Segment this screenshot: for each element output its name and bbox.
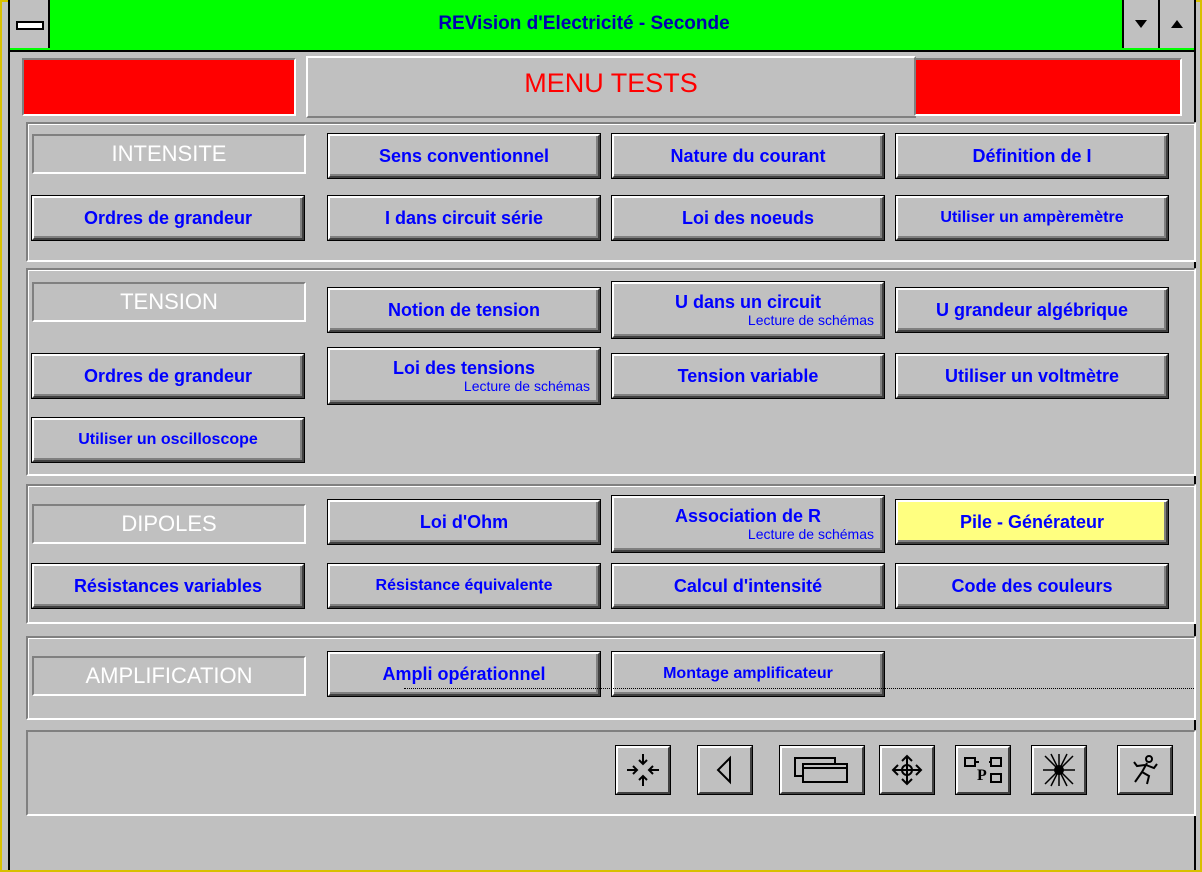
button-sublabel: Lecture de schémas bbox=[747, 312, 874, 328]
i-dans-circuit-serie-button[interactable]: I dans circuit série bbox=[327, 195, 601, 241]
running-man-icon bbox=[1133, 755, 1158, 785]
exit-button[interactable] bbox=[1117, 745, 1173, 795]
definition-de-i-button[interactable]: Définition de I bbox=[895, 133, 1169, 179]
notion-de-tension-button[interactable]: Notion de tension bbox=[327, 287, 601, 333]
association-de-r-button[interactable]: Association de R Lecture de schémas bbox=[611, 495, 885, 553]
back-triangle-icon bbox=[716, 755, 731, 785]
resistances-variables-button[interactable]: Résistances variables bbox=[31, 563, 305, 609]
move-arrows-icon bbox=[891, 754, 923, 786]
category-amplification: AMPLIFICATION bbox=[32, 656, 306, 696]
header-red-box-left bbox=[22, 58, 296, 116]
windows-button[interactable] bbox=[779, 745, 865, 795]
move-button[interactable] bbox=[879, 745, 935, 795]
page-title: MENU TESTS bbox=[306, 56, 916, 118]
utiliser-oscilloscope-button[interactable]: Utiliser un oscilloscope bbox=[31, 417, 305, 463]
starburst-icon bbox=[1043, 753, 1075, 787]
u-dans-un-circuit-button[interactable]: U dans un circuit Lecture de schémas bbox=[611, 281, 885, 339]
dotted-guide-line bbox=[404, 688, 1194, 689]
utiliser-amperemetre-button[interactable]: Utiliser un ampèremètre bbox=[895, 195, 1169, 241]
calcul-d-intensite-button[interactable]: Calcul d'intensité bbox=[611, 563, 885, 609]
u-grandeur-algebrique-button[interactable]: U grandeur algébrique bbox=[895, 287, 1169, 333]
nature-du-courant-button[interactable]: Nature du courant bbox=[611, 133, 885, 179]
system-menu-icon bbox=[16, 21, 44, 30]
montage-amplificateur-button[interactable]: Montage amplificateur bbox=[611, 651, 885, 697]
p-diagram-icon: P bbox=[964, 757, 1002, 784]
minimize-button[interactable] bbox=[1122, 0, 1158, 48]
tension-ordres-de-grandeur-button[interactable]: Ordres de grandeur bbox=[31, 353, 305, 399]
category-dipoles: DIPOLES bbox=[32, 504, 306, 544]
button-label: U dans un circuit bbox=[674, 292, 822, 312]
system-menu-button[interactable] bbox=[10, 0, 50, 48]
window-body: REVision d'Electricité - Seconde MENU TE… bbox=[8, 0, 1196, 870]
windows-stack-icon bbox=[794, 757, 848, 783]
button-sublabel: Lecture de schémas bbox=[747, 526, 874, 542]
sens-conventionnel-button[interactable]: Sens conventionnel bbox=[327, 133, 601, 179]
title-bar: REVision d'Electricité - Seconde bbox=[10, 0, 1194, 52]
header-red-box-right bbox=[914, 58, 1182, 116]
p-diagram-button[interactable]: P bbox=[955, 745, 1011, 795]
loi-d-ohm-button[interactable]: Loi d'Ohm bbox=[327, 499, 601, 545]
chevron-down-icon bbox=[1135, 20, 1147, 28]
utiliser-voltmetre-button[interactable]: Utiliser un voltmètre bbox=[895, 353, 1169, 399]
window-title: REVision d'Electricité - Seconde bbox=[438, 13, 730, 34]
button-label: Loi des tensions bbox=[392, 358, 536, 378]
code-des-couleurs-button[interactable]: Code des couleurs bbox=[895, 563, 1169, 609]
tension-variable-button[interactable]: Tension variable bbox=[611, 353, 885, 399]
loi-des-noeuds-button[interactable]: Loi des noeuds bbox=[611, 195, 885, 241]
category-intensite: INTENSITE bbox=[32, 134, 306, 174]
bottom-toolbar bbox=[26, 730, 1196, 816]
button-sublabel: Lecture de schémas bbox=[463, 378, 590, 394]
resistance-equivalente-button[interactable]: Résistance équivalente bbox=[327, 563, 601, 609]
maximize-button[interactable] bbox=[1158, 0, 1194, 48]
pile-generateur-button[interactable]: Pile - Générateur bbox=[895, 499, 1169, 545]
ampli-operationnel-button[interactable]: Ampli opérationnel bbox=[327, 651, 601, 697]
collapse-arrows-icon bbox=[627, 754, 659, 786]
chevron-up-icon bbox=[1171, 20, 1183, 28]
button-label: Association de R bbox=[674, 506, 822, 526]
intensite-ordres-de-grandeur-button[interactable]: Ordres de grandeur bbox=[31, 195, 305, 241]
category-tension: TENSION bbox=[32, 282, 306, 322]
back-button[interactable] bbox=[697, 745, 753, 795]
collapse-arrows-button[interactable] bbox=[615, 745, 671, 795]
loi-des-tensions-button[interactable]: Loi des tensions Lecture de schémas bbox=[327, 347, 601, 405]
p-label: P bbox=[977, 767, 987, 784]
starburst-button[interactable] bbox=[1031, 745, 1087, 795]
